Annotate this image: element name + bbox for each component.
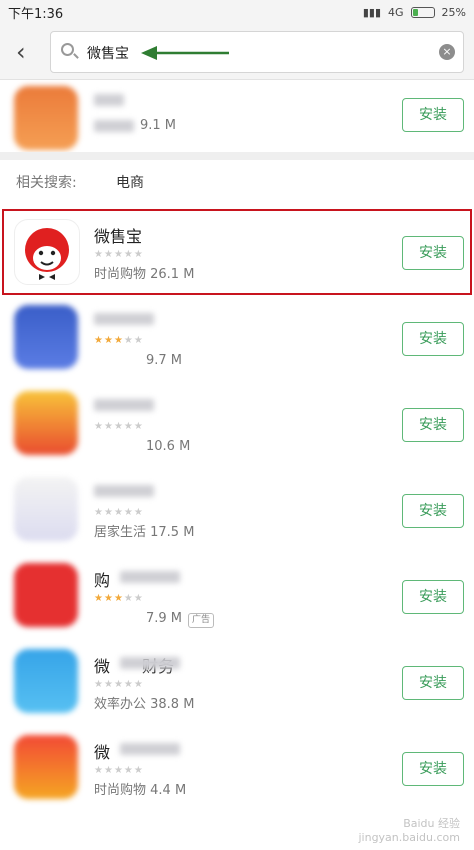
chevron-left-icon: ‹ — [16, 38, 26, 66]
related-searches-label: 相关搜索: — [16, 175, 77, 191]
signal-icon: ▮▮▮ — [362, 5, 382, 19]
blue-app-icon — [14, 305, 78, 369]
clear-search-button[interactable]: × — [439, 44, 455, 60]
app-list-item[interactable]: ★★★★★ 10.6 M 安装 — [0, 381, 474, 467]
install-button[interactable]: 安装 — [402, 666, 464, 700]
orange-yun-app-icon — [14, 735, 78, 799]
install-button[interactable]: 安装 — [402, 322, 464, 356]
status-icons: ▮▮▮ 4G 25% — [363, 6, 466, 19]
battery-icon — [410, 6, 435, 18]
app-list-item[interactable]: 微 ★★★★★ 时尚购物 4.4 M 安装 — [0, 725, 474, 811]
battery-percent: 25% — [441, 5, 466, 19]
related-search-tag[interactable]: 电商 — [116, 172, 144, 192]
watermark-line2: jingyan.baidu.com — [358, 831, 460, 844]
previous-result[interactable]: 9.1 M 安装 — [0, 82, 474, 152]
ad-badge: 广告 — [188, 613, 215, 628]
app-list-item[interactable]: ★★★★★ 居家生活 17.5 M 安装 — [0, 467, 474, 553]
watermark-line1: Baidu 经验 — [403, 817, 460, 830]
watermark: Baidu 经验 jingyan.baidu.com — [358, 815, 460, 844]
blurred-name — [94, 313, 154, 325]
search-icon — [61, 43, 74, 56]
blurred-name — [94, 485, 154, 497]
rating-stars: ★★★★★ — [94, 679, 144, 690]
section-divider — [0, 152, 474, 160]
blue-finance-app-icon — [14, 649, 78, 713]
battery-fill — [412, 8, 419, 16]
app-meta: 7.9 M 广告 — [94, 607, 215, 628]
app-list-item[interactable]: 微 财务★★★★★效率办公 38.8 M安装 — [0, 639, 474, 725]
app-meta: 10.6 M — [94, 439, 191, 454]
blurred-name — [120, 743, 180, 755]
rating-stars: ★★★★★ — [94, 421, 144, 432]
install-button[interactable]: 安装 — [402, 494, 464, 528]
app-meta: 居家生活 17.5 M — [94, 525, 195, 540]
rating-stars: ★★★★★ — [94, 765, 144, 776]
blurred-name — [120, 657, 180, 669]
status-time: 下午1:36 — [8, 6, 64, 22]
search-header: ‹ 微售宝 × — [0, 24, 474, 80]
search-query-text: 微售宝 — [87, 46, 129, 62]
app-list-item[interactable]: ★★★★★ 9.7 M 安装 — [0, 295, 474, 381]
red-shopping-app-icon — [14, 563, 78, 627]
install-button[interactable]: 安装 — [402, 98, 464, 132]
rating-stars: ★★★★★ — [94, 507, 144, 518]
blurred-name — [94, 399, 154, 411]
app-meta: 时尚购物 4.4 M — [94, 783, 187, 798]
red-yun-app-icon — [14, 391, 78, 455]
back-button[interactable]: ‹ — [16, 38, 36, 66]
install-button[interactable]: 安装 — [402, 408, 464, 442]
search-input[interactable]: 微售宝 × — [50, 31, 464, 73]
install-button[interactable]: 安装 — [402, 752, 464, 786]
blurred-name — [94, 94, 124, 106]
app-name: 购 — [94, 571, 111, 590]
app-meta: 9.7 M — [94, 353, 183, 368]
orange-app-icon — [14, 86, 78, 150]
blurred-category — [94, 120, 134, 132]
app-name: 微 — [94, 743, 111, 762]
install-button[interactable]: 安装 — [402, 580, 464, 614]
rating-stars: ★★★★★ — [94, 335, 144, 346]
blurred-name — [120, 571, 180, 583]
rating-stars: ★★★★★ — [94, 593, 144, 604]
app-meta: 效率办公 38.8 M — [94, 697, 195, 712]
highlight-annotation-box — [2, 209, 472, 295]
white-app-icon — [14, 477, 78, 541]
green-arrow-annotation — [141, 46, 229, 60]
previous-result-size: 9.1 M — [140, 118, 177, 133]
close-icon: × — [442, 45, 452, 58]
status-bar: 下午1:36 ▮▮▮ 4G 25% — [0, 0, 474, 24]
app-list-item[interactable]: 购 ★★★★★ 7.9 M 广告 安装 — [0, 553, 474, 639]
network-type: 4G — [388, 5, 404, 19]
